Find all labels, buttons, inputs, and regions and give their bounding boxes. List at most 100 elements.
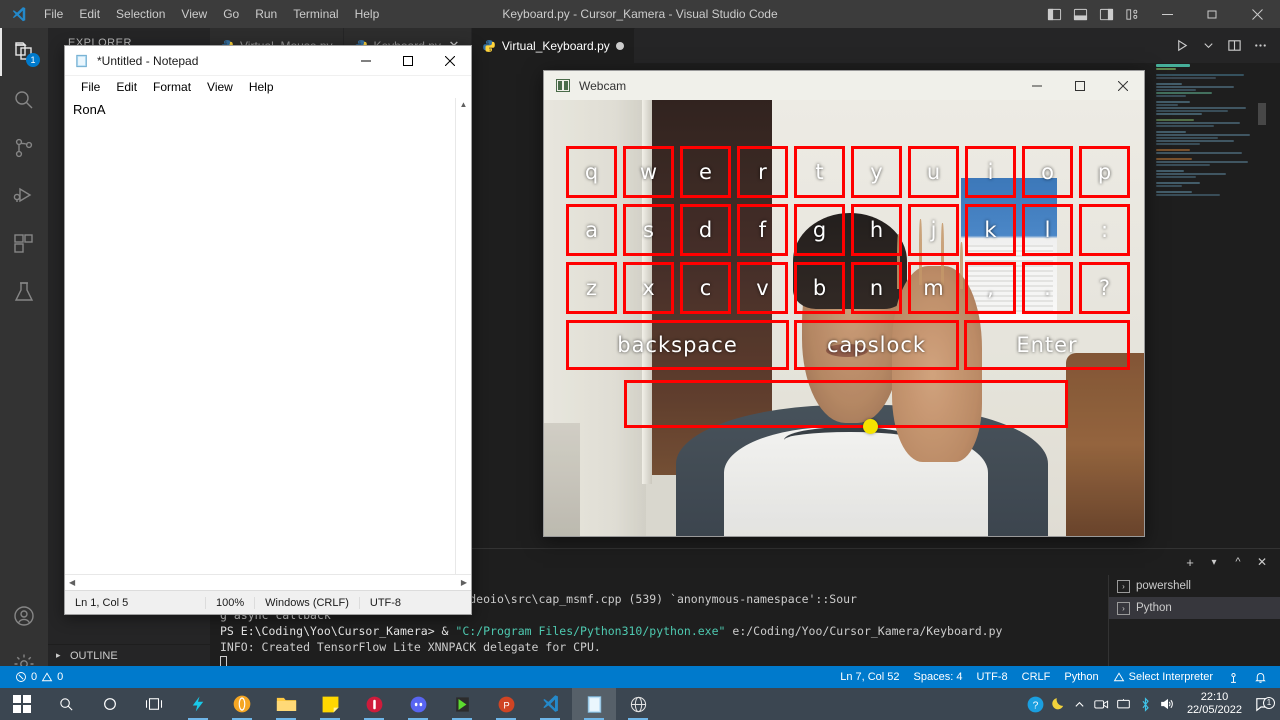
vscode-maximize-button[interactable] xyxy=(1190,0,1235,28)
run-chevron-down-icon[interactable] xyxy=(1196,32,1220,60)
vkey-b[interactable]: b xyxy=(794,262,845,314)
new-terminal-icon[interactable]: + xyxy=(1180,555,1200,570)
vkey-s[interactable]: s xyxy=(623,204,674,256)
vkey-question[interactable]: ? xyxy=(1079,262,1130,314)
vkey-a[interactable]: a xyxy=(566,204,617,256)
taskbar-app-globe[interactable] xyxy=(616,688,660,720)
webcam-close-button[interactable] xyxy=(1101,71,1144,100)
vkey-c[interactable]: c xyxy=(680,262,731,314)
terminal-dropdown-icon[interactable]: ▾ xyxy=(1204,557,1224,568)
vkey-z[interactable]: z xyxy=(566,262,617,314)
tray-camera-icon[interactable] xyxy=(1091,698,1113,710)
taskbar-clock[interactable]: 22:10 22/05/2022 xyxy=(1179,691,1250,717)
webcam-minimize-button[interactable] xyxy=(1015,71,1058,100)
notepad-menu-help[interactable]: Help xyxy=(241,78,282,96)
vkey-v[interactable]: v xyxy=(737,262,788,314)
vkey-u[interactable]: u xyxy=(908,146,959,198)
vkey-colon[interactable]: : xyxy=(1079,204,1130,256)
taskbar-notepad[interactable] xyxy=(572,688,616,720)
activity-extensions[interactable] xyxy=(0,220,48,268)
activity-source-control[interactable] xyxy=(0,124,48,172)
vkey-f[interactable]: f xyxy=(737,204,788,256)
notification-center-button[interactable]: 1 xyxy=(1250,696,1276,712)
activity-search[interactable] xyxy=(0,76,48,124)
vkey-o[interactable]: o xyxy=(1022,146,1073,198)
vkey-l[interactable]: l xyxy=(1022,204,1073,256)
menu-go[interactable]: Go xyxy=(215,3,247,25)
vkey-w[interactable]: w xyxy=(623,146,674,198)
vkey-space[interactable] xyxy=(624,380,1068,428)
tray-volume-icon[interactable] xyxy=(1157,697,1179,711)
taskbar-search[interactable] xyxy=(44,688,88,720)
vkey-e[interactable]: e xyxy=(680,146,731,198)
vkey-n[interactable]: n xyxy=(851,262,902,314)
notepad-text-area[interactable]: RonA ▲ xyxy=(65,98,471,574)
remote-indicator[interactable] xyxy=(1220,666,1247,688)
menu-run[interactable]: Run xyxy=(247,3,285,25)
tray-bluetooth-icon[interactable] xyxy=(1135,696,1157,712)
vkey-m[interactable]: m xyxy=(908,262,959,314)
notepad-menu-edit[interactable]: Edit xyxy=(108,78,145,96)
taskbar-powerpoint[interactable]: P xyxy=(484,688,528,720)
vscode-minimize-button[interactable] xyxy=(1145,0,1190,28)
sidebar-section-outline[interactable]: ▸ OUTLINE xyxy=(48,644,210,666)
menu-edit[interactable]: Edit xyxy=(71,3,108,25)
taskbar-sticky-notes[interactable] xyxy=(308,688,352,720)
customize-layout-icon[interactable] xyxy=(1119,0,1145,28)
vkey-q[interactable]: q xyxy=(566,146,617,198)
menu-view[interactable]: View xyxy=(173,3,215,25)
encoding[interactable]: UTF-8 xyxy=(969,666,1014,688)
notepad-menu-view[interactable]: View xyxy=(199,78,241,96)
scroll-right-icon[interactable]: ▶ xyxy=(461,578,467,587)
start-button[interactable] xyxy=(0,688,44,720)
run-python-file-icon[interactable] xyxy=(1170,32,1194,60)
webcam-maximize-button[interactable] xyxy=(1058,71,1101,100)
toggle-primary-sidebar-icon[interactable] xyxy=(1041,0,1067,28)
menu-selection[interactable]: Selection xyxy=(108,3,173,25)
notepad-minimize-button[interactable] xyxy=(345,46,387,76)
scroll-left-icon[interactable]: ◀ xyxy=(69,578,75,587)
activity-explorer[interactable]: 1 xyxy=(0,28,48,76)
taskbar-app-green[interactable] xyxy=(440,688,484,720)
virtual-keyboard-overlay[interactable]: q w e r t y u i o p a s d f g h j k l : xyxy=(544,100,1144,536)
tray-moon-icon[interactable] xyxy=(1047,696,1069,713)
vkey-t[interactable]: t xyxy=(794,146,845,198)
vkey-r[interactable]: r xyxy=(737,146,788,198)
vkey-backspace[interactable]: backspace xyxy=(566,320,789,370)
notepad-close-button[interactable] xyxy=(429,46,471,76)
taskbar-cortana[interactable] xyxy=(88,688,132,720)
vkey-enter[interactable]: Enter xyxy=(964,320,1130,370)
notepad-window[interactable]: *Untitled - Notepad File Edit Format Vie… xyxy=(64,45,472,615)
language-mode[interactable]: Python xyxy=(1057,666,1105,688)
scroll-up-icon[interactable]: ▲ xyxy=(456,98,471,112)
notepad-vertical-scrollbar[interactable]: ▲ xyxy=(455,98,471,574)
tray-show-hidden-icons[interactable] xyxy=(1069,699,1091,710)
toggle-panel-icon[interactable] xyxy=(1067,0,1093,28)
vkey-comma[interactable]: , xyxy=(965,262,1016,314)
notepad-horizontal-scrollbar[interactable]: ◀ ▶ xyxy=(65,574,471,590)
eol[interactable]: CRLF xyxy=(1015,666,1058,688)
notepad-menubar[interactable]: File Edit Format View Help xyxy=(65,76,471,98)
vkey-x[interactable]: x xyxy=(623,262,674,314)
notepad-maximize-button[interactable] xyxy=(387,46,429,76)
terminal-item-powershell[interactable]: › powershell xyxy=(1109,575,1280,597)
activity-testing[interactable] xyxy=(0,268,48,316)
vkey-j[interactable]: j xyxy=(908,204,959,256)
taskbar-app-red[interactable] xyxy=(352,688,396,720)
menu-help[interactable]: Help xyxy=(347,3,388,25)
maximize-panel-icon[interactable]: ^ xyxy=(1228,556,1248,568)
notepad-menu-format[interactable]: Format xyxy=(145,78,199,96)
split-editor-icon[interactable] xyxy=(1222,32,1246,60)
vkey-period[interactable]: . xyxy=(1022,262,1073,314)
notifications-bell[interactable] xyxy=(1247,666,1274,688)
vkey-capslock[interactable]: capslock xyxy=(794,320,959,370)
menu-file[interactable]: File xyxy=(36,3,71,25)
tray-help-icon[interactable]: ? xyxy=(1025,695,1047,714)
activity-run-and-debug[interactable] xyxy=(0,172,48,220)
vkey-y[interactable]: y xyxy=(851,146,902,198)
notepad-menu-file[interactable]: File xyxy=(73,78,108,96)
toggle-secondary-sidebar-icon[interactable] xyxy=(1093,0,1119,28)
vscode-menubar[interactable]: File Edit Selection View Go Run Terminal… xyxy=(36,3,387,25)
tab-virtual-keyboard[interactable]: Virtual_Keyboard.py xyxy=(471,28,635,63)
vkey-h[interactable]: h xyxy=(851,204,902,256)
